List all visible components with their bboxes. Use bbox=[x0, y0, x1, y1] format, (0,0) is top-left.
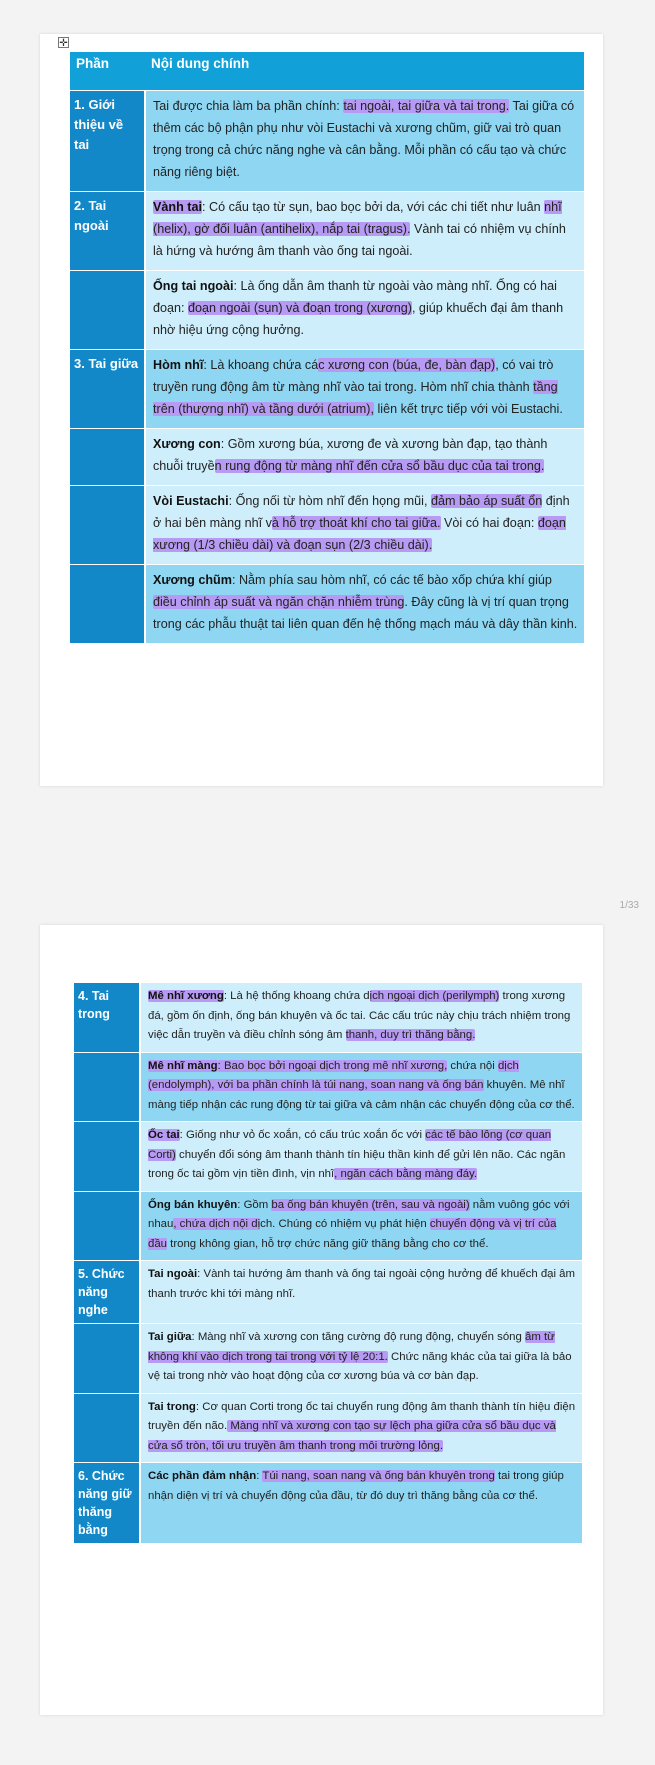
highlighted-text: Mê nhĩ xương bbox=[148, 990, 224, 1002]
section-label bbox=[74, 1121, 141, 1192]
content-text: Tai được chia làm ba phần chính: bbox=[153, 99, 344, 113]
section-label: 6. Chức năng giữ thăng bằng bbox=[74, 1462, 141, 1544]
section-label bbox=[70, 485, 146, 565]
section-label bbox=[74, 1323, 141, 1394]
content-text: : Vành tai hướng âm thanh và ống tai ngo… bbox=[148, 1268, 576, 1300]
term-label: Xương con bbox=[153, 437, 221, 451]
section-label bbox=[74, 1191, 141, 1261]
section-label: 3. Tai giữa bbox=[70, 349, 146, 429]
content-text: liên kết trực tiếp với vòi Eustachi. bbox=[373, 402, 563, 416]
term-label: Hòm nhĩ bbox=[153, 358, 204, 372]
content-text: Vòi có hai đoạn: bbox=[440, 516, 538, 530]
header-section: Phần bbox=[70, 52, 145, 91]
highlighted-text: à hỗ trợ thoát khí cho tai giữa. bbox=[271, 516, 441, 530]
highlighted-text: Túi nang, soan nang và ống bán khuyên tr… bbox=[262, 1470, 495, 1482]
content-text: ch. Chúng có nhiệm vụ phát hiện bbox=[260, 1218, 430, 1230]
content-cell: Vành tai: Có cấu tạo từ sụn, bao bọc bởi… bbox=[145, 191, 584, 271]
ear-anatomy-table-part-2: 4. Tai trong Mê nhĩ xương: Là hệ thống kh… bbox=[74, 983, 582, 1544]
content-cell: Ống tai ngoài: Là ống dẫn âm thanh từ ng… bbox=[145, 270, 584, 350]
content-cell: Mê nhĩ màng: Bao bọc bởi ngoại dịch tron… bbox=[140, 1052, 582, 1122]
highlighted-text: điều chỉnh áp suất và ngăn chặn nhiễm tr… bbox=[153, 595, 405, 609]
term-label: Tai ngoài bbox=[148, 1268, 198, 1280]
header-content: Nội dung chính bbox=[145, 52, 584, 91]
content-cell: Ốc tai: Giống như vỏ ốc xoắn, có cấu trú… bbox=[140, 1121, 582, 1192]
section-label bbox=[70, 428, 146, 486]
table-row: Ống tai ngoài: Là ống dẫn âm thanh từ ng… bbox=[70, 270, 584, 350]
content-cell: Tai trong: Cơ quan Corti trong ốc tai ch… bbox=[140, 1393, 582, 1463]
highlighted-text: đoạn ngoài (sụn) và đoạn trong (xương) bbox=[188, 301, 412, 315]
content-cell: Hòm nhĩ: Là khoang chứa các xương con (b… bbox=[145, 349, 584, 429]
table-row: Vòi Eustachi: Ống nối từ hòm nhĩ đến họn… bbox=[70, 485, 584, 565]
highlighted-text: tai ngoài, tai giữa và tai trong. bbox=[343, 99, 510, 113]
page-number-indicator: 1/33 bbox=[619, 900, 639, 911]
table-row: 5. Chức năng nghe Tai ngoài: Vành tai hướ… bbox=[74, 1260, 582, 1324]
highlighted-text: à túi nang, soan nang và ống bán bbox=[314, 1079, 484, 1091]
content-text: : Màng nhĩ và xương con tăng cường độ ru… bbox=[191, 1331, 526, 1343]
section-label: 5. Chức năng nghe bbox=[74, 1260, 141, 1324]
section-label: 2. Tai ngoài bbox=[70, 191, 146, 271]
table-row: 1. Giới thiệu về tai Tai được chia làm ba… bbox=[70, 90, 584, 192]
highlighted-text: , ngăn cách bằng màng đáy. bbox=[334, 1168, 478, 1180]
term-label: Tai trong bbox=[148, 1400, 196, 1413]
highlighted-text: n rung động từ màng nhĩ đến cửa sổ bầu d… bbox=[214, 459, 545, 473]
content-text: : Là hệ thống khoang chứa d bbox=[223, 990, 370, 1002]
highlighted-text: Ốc tai bbox=[148, 1129, 180, 1141]
term-label: Vòi Eustachi bbox=[153, 494, 229, 508]
content-text: : Có cấu tạo từ sụn, bao bọc bởi da, với… bbox=[202, 200, 545, 214]
content-cell: Mê nhĩ xương: Là hệ thống khoang chứa dị… bbox=[140, 983, 582, 1053]
content-cell: Các phần đảm nhận: Túi nang, soan nang v… bbox=[140, 1462, 582, 1544]
term-label: Xương chũm bbox=[153, 573, 232, 587]
table-row: Ống bán khuyên: Gồm ba ống bán khuyên (t… bbox=[74, 1191, 582, 1261]
content-text: : Gồm bbox=[237, 1198, 272, 1211]
content-text: : Nằm phía sau hòm nhĩ, có các tế bào xố… bbox=[231, 573, 552, 587]
table-row: Xương con: Gồm xương búa, xương đe và xư… bbox=[70, 428, 584, 486]
term-label: Ống bán khuyên bbox=[148, 1198, 238, 1211]
table-row: 4. Tai trong Mê nhĩ xương: Là hệ thống kh… bbox=[74, 983, 582, 1053]
section-label: 4. Tai trong bbox=[74, 983, 141, 1053]
highlighted-text: Vành tai bbox=[153, 200, 202, 214]
table-row: 2. Tai ngoài Vành tai: Có cấu tạo từ sụn,… bbox=[70, 191, 584, 271]
highlighted-text: ba ống bán khuyên (trên, sau và ngoài) bbox=[271, 1198, 470, 1211]
content-text: trong không gian, hỗ trợ chức năng giữ t… bbox=[167, 1237, 489, 1250]
term-label: Tai giữa bbox=[148, 1331, 192, 1343]
content-text: : Ống nối từ hòm nhĩ đến họng mũi, bbox=[228, 494, 431, 508]
table-header-row: Phần Nội dung chính bbox=[70, 52, 584, 91]
table-row: Ốc tai: Giống như vỏ ốc xoắn, có cấu trú… bbox=[74, 1121, 582, 1192]
section-label bbox=[74, 1393, 141, 1463]
highlighted-text: c xương con (búa, đe, bàn đạp) bbox=[318, 358, 496, 372]
content-text: : Là khoang chứa cá bbox=[203, 358, 319, 372]
section-label bbox=[70, 564, 146, 644]
content-cell: Xương chũm: Nằm phía sau hòm nhĩ, có các… bbox=[145, 564, 584, 644]
highlighted-text: ịch ngoại dịch (perilymph) bbox=[369, 990, 500, 1002]
section-label bbox=[70, 270, 146, 350]
highlighted-text: : Bao bọc bởi ngoại dịch trong mê nhĩ xư… bbox=[217, 1059, 448, 1072]
section-label: 1. Giới thiệu về tai bbox=[70, 90, 146, 192]
table-move-handle-icon[interactable]: ✛ bbox=[58, 37, 69, 49]
highlighted-text: thanh, duy trì thăng bằng. bbox=[345, 1029, 476, 1041]
table-row: Tai giữa: Màng nhĩ và xương con tăng cườ… bbox=[74, 1323, 582, 1394]
content-cell: Vòi Eustachi: Ống nối từ hòm nhĩ đến họn… bbox=[145, 485, 584, 565]
content-cell: Tai được chia làm ba phần chính: tai ngo… bbox=[145, 90, 584, 192]
highlighted-text: , chứa dịch nội dị bbox=[173, 1218, 261, 1230]
table-row: Xương chũm: Nằm phía sau hòm nhĩ, có các… bbox=[70, 564, 584, 644]
term-label: Ống tai ngoài bbox=[153, 279, 234, 293]
content-cell: Tai giữa: Màng nhĩ và xương con tăng cườ… bbox=[140, 1323, 582, 1394]
table-row: Mê nhĩ màng: Bao bọc bởi ngoại dịch tron… bbox=[74, 1052, 582, 1122]
content-cell: Xương con: Gồm xương búa, xương đe và xư… bbox=[145, 428, 584, 486]
content-text: : Giống như vỏ ốc xoắn, có cấu trúc xoắn… bbox=[179, 1129, 426, 1141]
table-row: 6. Chức năng giữ thăng bằng Các phần đảm … bbox=[74, 1462, 582, 1544]
highlighted-text: đảm bảo áp suất ổn bbox=[430, 494, 543, 508]
table-row: Tai trong: Cơ quan Corti trong ốc tai ch… bbox=[74, 1393, 582, 1463]
content-cell: Ống bán khuyên: Gồm ba ống bán khuyên (t… bbox=[140, 1191, 582, 1261]
section-label bbox=[74, 1052, 141, 1122]
content-text: chứa nội bbox=[447, 1059, 498, 1072]
highlighted-text: Mê nhĩ màng bbox=[148, 1059, 218, 1072]
ear-anatomy-table-part-1: Phần Nội dung chính 1. Giới thiệu về tai… bbox=[70, 52, 584, 644]
term-label: Các phần đảm nhận bbox=[148, 1470, 257, 1482]
content-cell: Tai ngoài: Vành tai hướng âm thanh và ốn… bbox=[140, 1260, 582, 1324]
table-row: 3. Tai giữa Hòm nhĩ: Là khoang chứa các x… bbox=[70, 349, 584, 429]
